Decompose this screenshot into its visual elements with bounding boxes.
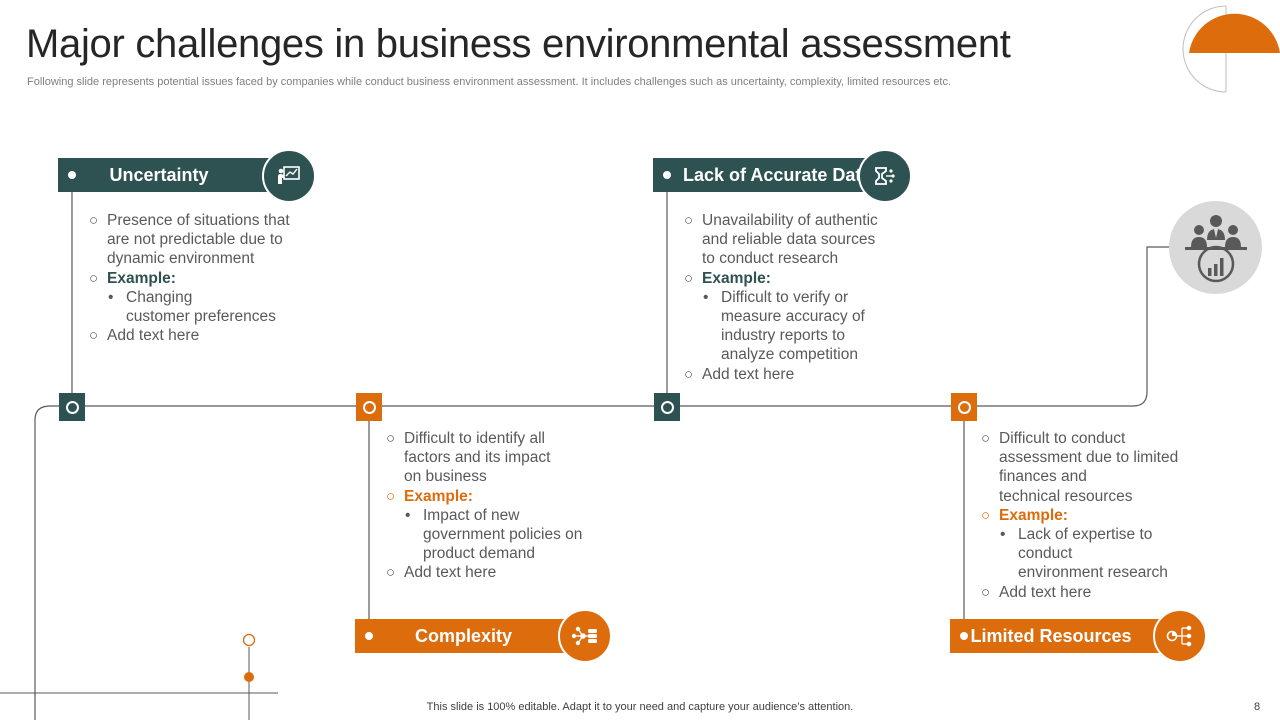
text-line: Difficult to conduct	[999, 430, 1126, 447]
uncertainty-content: ○ Presence of situations that are not pr…	[89, 211, 319, 345]
text-line: Add text here	[107, 327, 200, 345]
text-line: assessment due to limited	[999, 449, 1179, 467]
decor-half-circle	[1189, 13, 1280, 53]
text-line: Add text here	[999, 583, 1092, 601]
text-line: Difficult to verify or	[721, 288, 849, 306]
text-line: industry reports to	[721, 327, 846, 345]
timeline-node-data	[654, 393, 680, 421]
example-label: Example:	[702, 269, 771, 287]
text-line: Add text here	[702, 365, 795, 383]
text-line: Lack of expertise to	[1018, 526, 1153, 544]
presentation-chart-icon	[262, 149, 316, 203]
complexity-content: ○ Difficult to identify all factors and …	[386, 429, 626, 583]
text-line: Presence of situations that	[107, 212, 290, 229]
resource-network-icon	[1153, 609, 1207, 663]
text-line: Unavailability of authentic	[702, 212, 878, 229]
text-line: government policies on	[423, 526, 583, 544]
uncertainty-header: Uncertainty	[58, 158, 280, 192]
text-line: to conduct research	[702, 250, 839, 268]
text-line: customer preferences	[126, 308, 276, 326]
data-content: ○ Unavailability of authentic and reliab…	[684, 211, 914, 384]
timeline-node-uncertainty	[59, 393, 85, 421]
network-database-icon	[558, 609, 612, 663]
team-growth-icon	[1169, 201, 1262, 294]
data-heading: Lack of Accurate Data	[683, 164, 872, 185]
resources-content: ○ Difficult to conduct assessment due to…	[981, 429, 1221, 602]
example-label: Example:	[404, 487, 473, 505]
data-funnel-icon	[858, 149, 912, 203]
complexity-heading: Complexity	[414, 625, 513, 646]
text-line: Difficult to identify all	[404, 430, 545, 447]
text-line: environment research	[1018, 564, 1168, 582]
text-line: measure accuracy of	[721, 308, 865, 326]
text-line: and reliable data sources	[702, 231, 876, 249]
timeline-node-resources	[951, 393, 977, 421]
text-line: factors and its impact	[404, 449, 551, 467]
text-line: product demand	[423, 545, 536, 563]
text-line: on business	[404, 468, 487, 486]
footer-note: This slide is 100% editable. Adapt it to…	[426, 701, 854, 713]
text-line: Add text here	[404, 564, 497, 582]
page-number: 8	[1254, 701, 1261, 713]
data-header: Lack of Accurate Data	[653, 158, 875, 192]
text-line: dynamic environment	[107, 250, 255, 268]
uncertainty-heading: Uncertainty	[109, 164, 209, 185]
complexity-header: Complexity	[355, 619, 577, 653]
example-label: Example:	[999, 506, 1068, 524]
text-line: are not predictable due to	[107, 231, 283, 249]
timeline-node-complexity	[356, 393, 382, 421]
text-line: conduct	[1018, 545, 1073, 563]
text-line: Impact of new	[423, 506, 520, 524]
timeline-lines	[0, 5, 1280, 720]
resources-header: Limited Resources	[950, 619, 1172, 653]
text-line: technical resources	[999, 487, 1133, 505]
resources-heading: Limited Resources	[970, 625, 1132, 646]
text-line: finances and	[999, 468, 1087, 486]
text-line: analyze competition	[721, 346, 858, 364]
example-label: Example:	[107, 269, 176, 287]
text-line: Changing	[126, 288, 193, 306]
